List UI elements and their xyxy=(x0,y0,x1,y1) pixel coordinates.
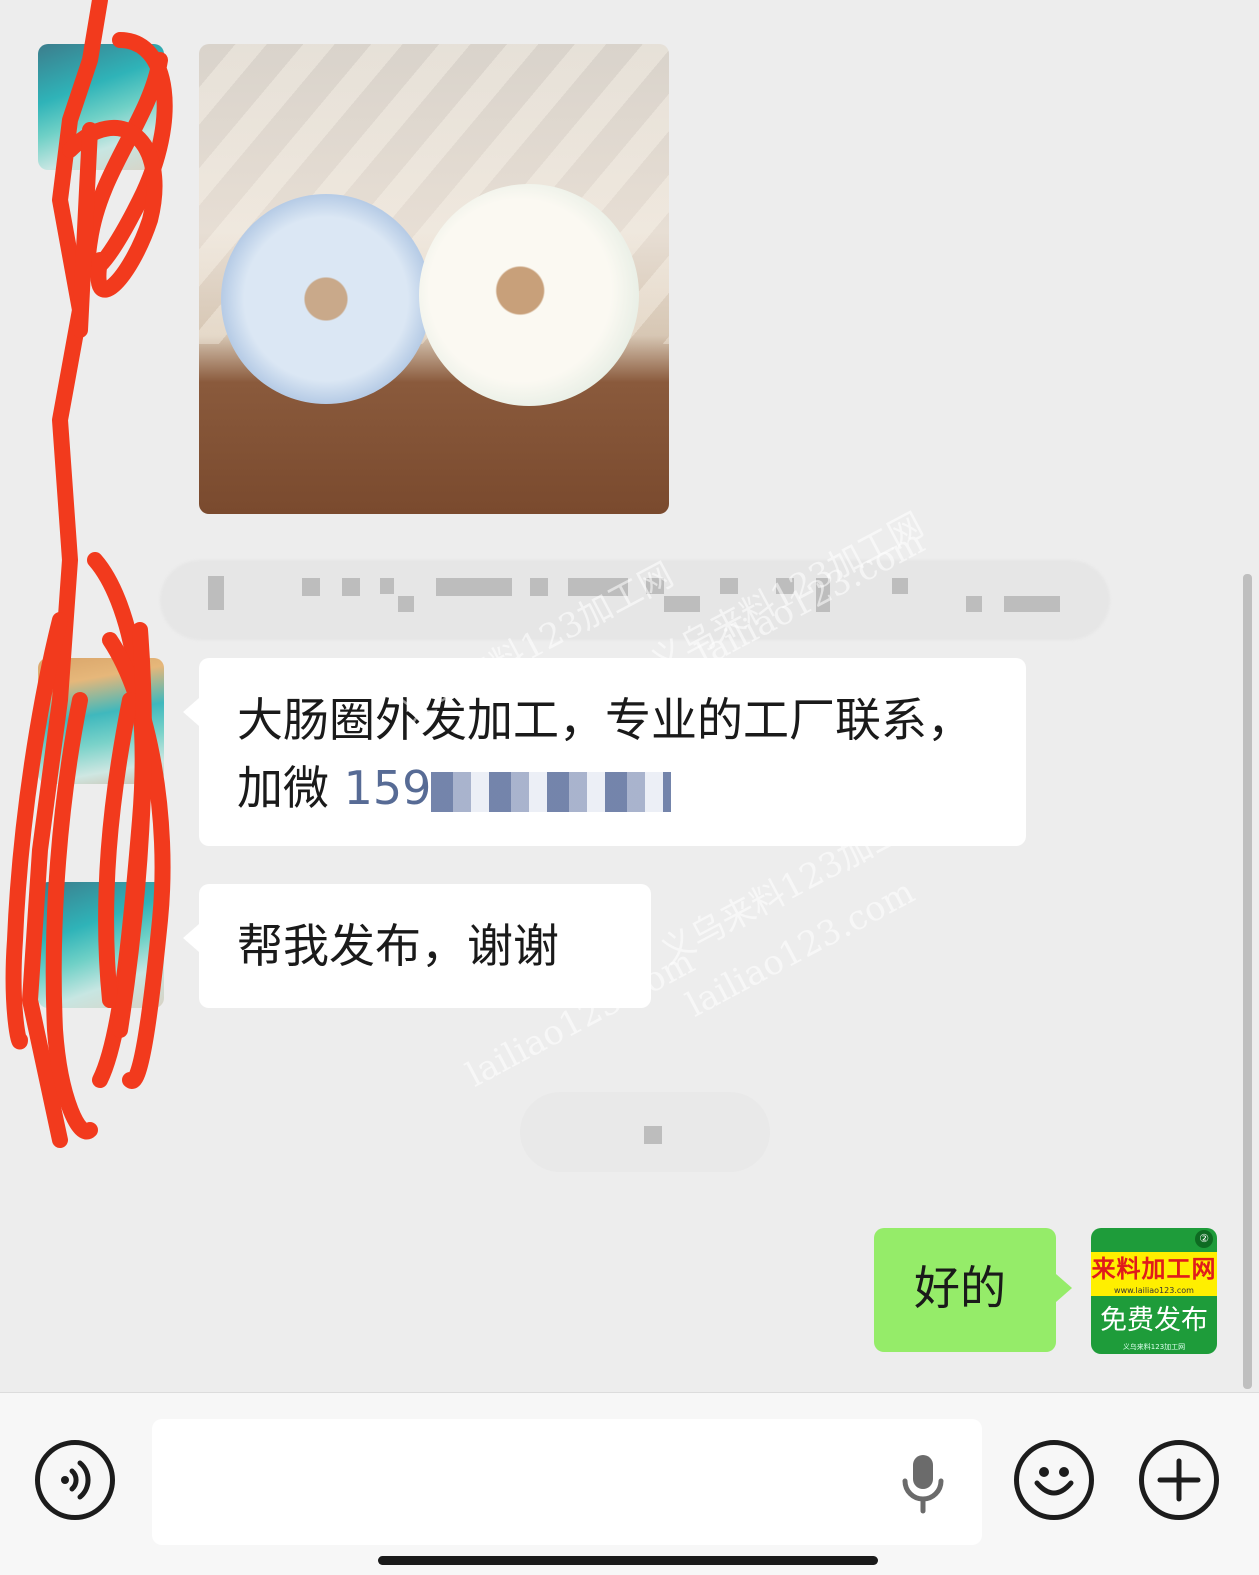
pixel-block xyxy=(644,1126,662,1144)
phone-number-link[interactable]: 159 xyxy=(329,761,672,815)
chat-area: 大肠圈外发加工，专业的工厂联系，加微 159 帮我发布，谢谢 好的 ② 来料加工… xyxy=(0,0,1259,1392)
redacted-phone-digits xyxy=(431,771,672,812)
pixel-block xyxy=(530,578,548,596)
chat-input-bar xyxy=(0,1392,1259,1575)
scrollbar[interactable] xyxy=(1243,574,1252,1389)
pixel-block xyxy=(892,578,908,594)
avatar-logo-footer: 义乌来料123加工网 xyxy=(1122,1343,1186,1351)
contact-avatar[interactable] xyxy=(38,882,164,1008)
my-avatar[interactable]: ② 来料加工网 www.lailiao123.com 免费发布 义乌来料123加… xyxy=(1091,1228,1217,1354)
pixel-block xyxy=(302,578,320,596)
blurred-timestamp xyxy=(520,1092,770,1172)
voice-mode-icon xyxy=(61,1460,91,1500)
message-input[interactable] xyxy=(152,1419,982,1545)
more-options-button[interactable] xyxy=(1139,1440,1219,1520)
pixel-block xyxy=(208,576,224,610)
voice-mode-button[interactable] xyxy=(35,1440,115,1520)
sent-message-bubble[interactable]: 好的 xyxy=(874,1228,1072,1352)
badge-number: ② xyxy=(1195,1230,1213,1248)
home-indicator[interactable] xyxy=(378,1556,878,1565)
contact-avatar[interactable] xyxy=(38,658,164,784)
microphone-button[interactable] xyxy=(896,1451,950,1515)
plus-icon xyxy=(1157,1458,1201,1502)
phone-number-visible-part: 159 xyxy=(343,761,432,815)
pixel-block xyxy=(380,578,394,594)
text-message-bubble[interactable]: 帮我发布，谢谢 xyxy=(183,884,651,1008)
pixel-block xyxy=(436,578,512,596)
blue-scrunchie-image xyxy=(221,194,431,404)
avatar-logo-subtitle: 免费发布 xyxy=(1100,1305,1208,1336)
microphone-icon xyxy=(902,1455,944,1514)
white-scrunchie-image xyxy=(419,184,639,406)
avatar-logo-url: www.lailiao123.com xyxy=(1091,1286,1217,1296)
contact-avatar[interactable] xyxy=(38,44,164,170)
pixel-block xyxy=(1004,596,1060,612)
emoji-button[interactable] xyxy=(1014,1440,1094,1520)
avatar-logo-title: 来料加工网 xyxy=(1091,1252,1217,1286)
pixel-block xyxy=(398,596,414,612)
image-message[interactable] xyxy=(199,44,669,514)
emoji-icon xyxy=(1034,1467,1074,1496)
message-text: 帮我发布，谢谢 xyxy=(237,919,559,973)
message-text: 好的 xyxy=(914,1261,1006,1315)
pixel-block xyxy=(342,578,360,596)
pixel-block xyxy=(966,596,982,612)
